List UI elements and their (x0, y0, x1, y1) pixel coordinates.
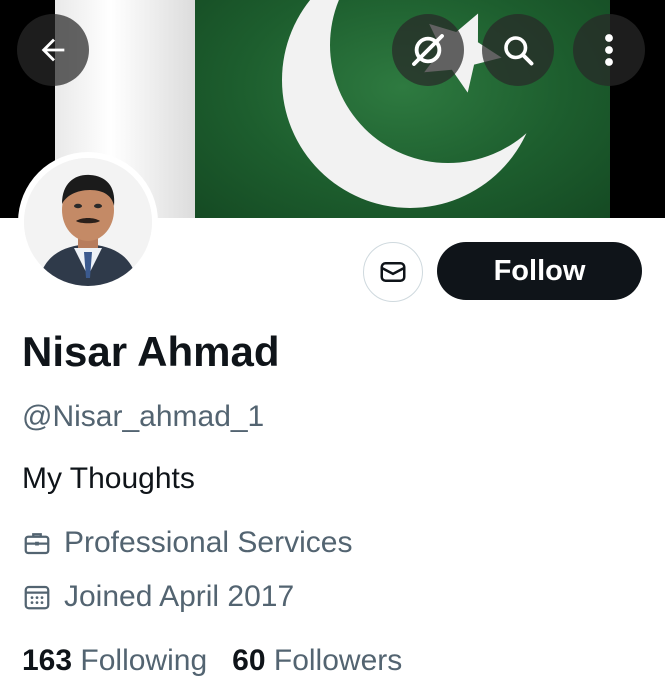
profile-category: Professional Services (64, 526, 353, 559)
following-count: 163 (22, 644, 73, 677)
search-icon (504, 36, 534, 66)
more-options-button[interactable] (573, 14, 645, 86)
grok-button[interactable] (392, 14, 464, 86)
followers-link[interactable]: 60 Followers (232, 644, 402, 677)
envelope-icon (380, 262, 406, 282)
profile-stats: 163 Following 60 Followers (22, 644, 402, 678)
calendar-icon (24, 585, 50, 610)
follow-button[interactable]: Follow (437, 242, 642, 300)
profile-avatar[interactable] (18, 152, 158, 292)
profile-handle: @Nisar_ahmad_1 (22, 400, 265, 433)
profile-joined-row: Joined April 2017 (22, 580, 294, 614)
followers-label: Followers (273, 644, 403, 677)
following-label: Following (80, 644, 208, 677)
avatar-portrait (24, 158, 152, 286)
profile-category-row: Professional Services (22, 526, 352, 560)
message-button[interactable] (363, 242, 423, 302)
briefcase-icon (24, 533, 50, 555)
followers-count: 60 (232, 644, 266, 677)
search-button[interactable] (482, 14, 554, 86)
profile-bio: My Thoughts (22, 462, 195, 495)
following-link[interactable]: 163 Following (22, 644, 207, 677)
more-vertical-icon (605, 34, 613, 66)
back-button[interactable] (17, 14, 89, 86)
grok-icon (412, 34, 444, 66)
profile-joined-date: Joined April 2017 (64, 580, 295, 613)
profile-name: Nisar Ahmad (22, 328, 280, 375)
arrow-left-icon (41, 38, 65, 62)
avatar-photo (24, 158, 152, 286)
